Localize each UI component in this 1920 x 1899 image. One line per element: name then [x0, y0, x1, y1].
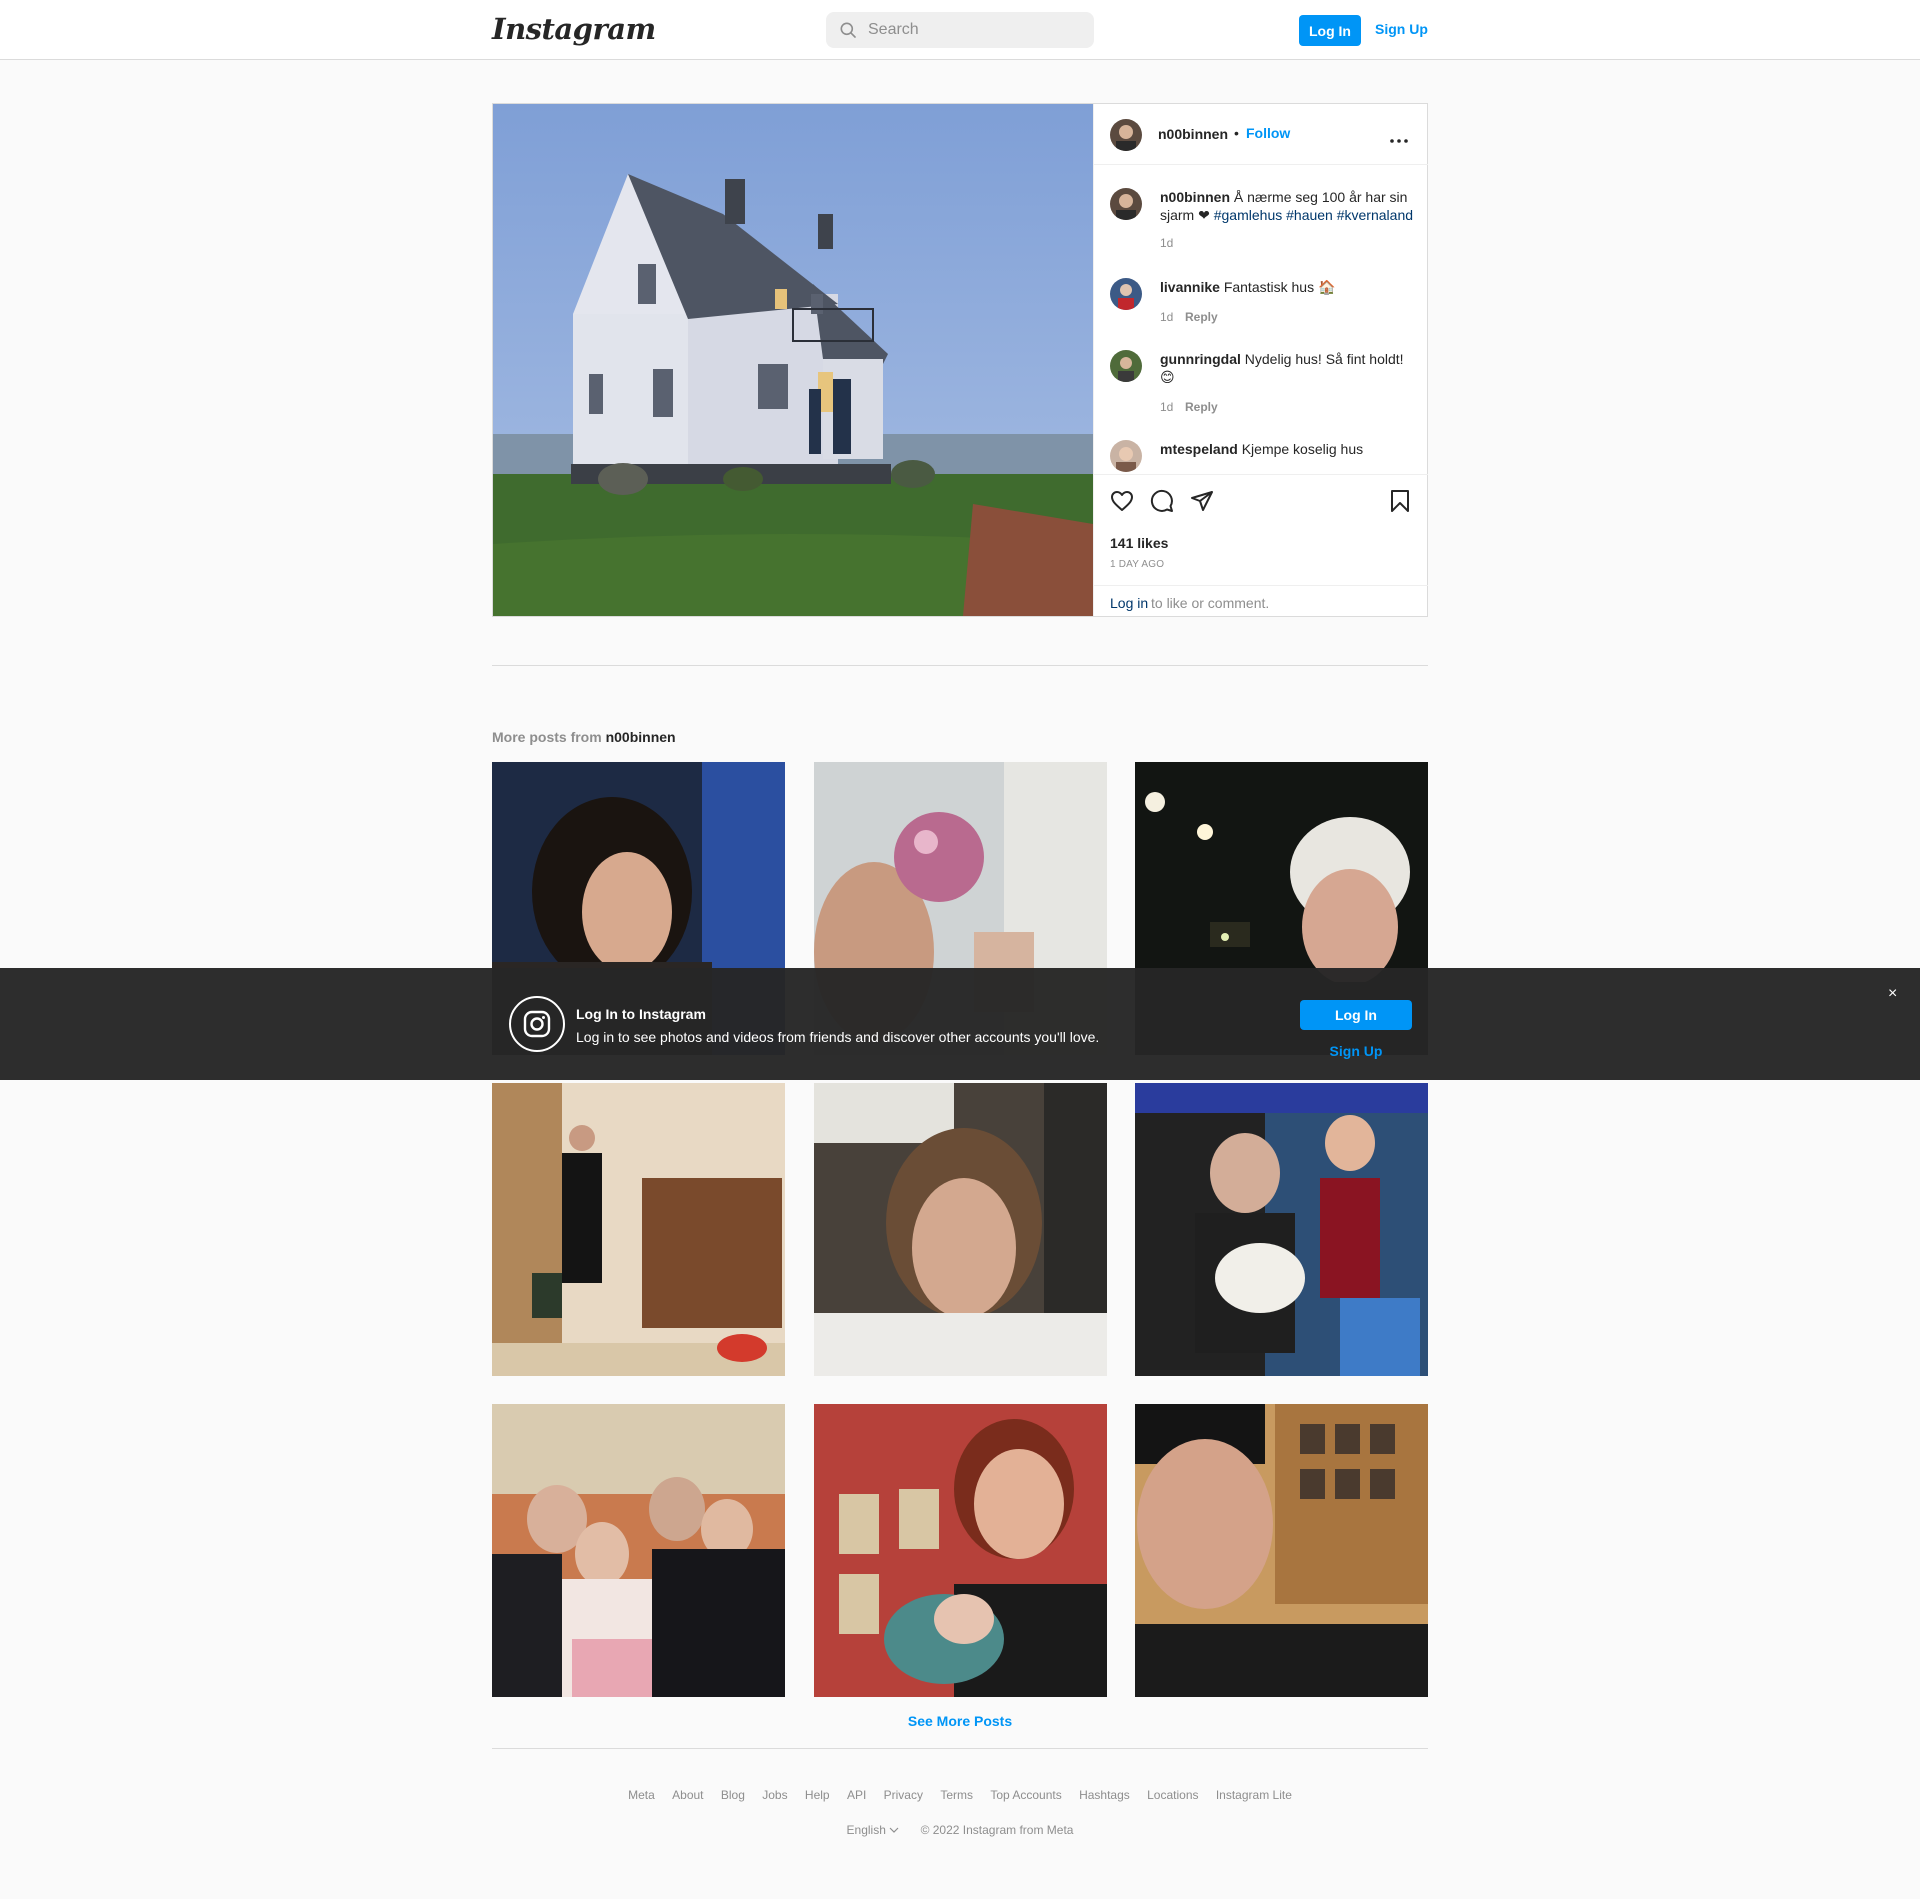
author-username[interactable]: n00binnen	[1158, 126, 1228, 142]
footer-link-terms[interactable]: Terms	[940, 1788, 973, 1802]
footer-link-locations[interactable]: Locations	[1147, 1788, 1198, 1802]
banner-login-button[interactable]: Log In	[1300, 1000, 1412, 1030]
post-thumbnail[interactable]	[492, 1404, 785, 1697]
comment-body: Kjempe koselig hus	[1241, 441, 1364, 457]
commenter-avatar[interactable]	[1110, 278, 1142, 310]
see-more-posts-link[interactable]: See More Posts	[0, 1713, 1920, 1729]
caption-username[interactable]: n00binnen	[1160, 189, 1230, 205]
top-nav: Instagram Log In Sign Up	[0, 0, 1920, 60]
heart-icon[interactable]	[1110, 489, 1134, 518]
instagram-glyph-icon	[508, 995, 566, 1053]
hashtag-link[interactable]: #gamlehus	[1214, 207, 1283, 223]
signup-link[interactable]: Sign Up	[1375, 21, 1428, 37]
footer-link-hashtags[interactable]: Hashtags	[1079, 1788, 1130, 1802]
search-input[interactable]	[868, 12, 1084, 48]
login-to-comment: Log in to like or comment.	[1094, 585, 1428, 617]
banner-signup-link[interactable]: Sign Up	[1300, 1043, 1412, 1059]
comment-time[interactable]: 1d	[1160, 400, 1173, 414]
footer-link-meta[interactable]: Meta	[628, 1788, 655, 1802]
footer-link-blog[interactable]: Blog	[721, 1788, 745, 1802]
reply-button[interactable]: Reply	[1185, 310, 1218, 324]
post-card: n00binnen • Follow n00binnen Å nærme seg…	[492, 103, 1428, 617]
language-selector[interactable]: English	[847, 1823, 903, 1837]
post-header: n00binnen • Follow	[1094, 104, 1428, 165]
follow-button[interactable]: Follow	[1246, 125, 1290, 141]
more-posts-prefix: More posts from	[492, 729, 602, 745]
hashtag-link[interactable]: #kvernaland	[1337, 207, 1413, 223]
post-thumbnail[interactable]	[1135, 1083, 1428, 1376]
comment-text: livannike Fantastisk hus 🏠	[1160, 278, 1416, 296]
login-prompt-text: to like or comment.	[1151, 595, 1270, 611]
commenter-avatar[interactable]	[1110, 440, 1142, 472]
banner-title: Log In to Instagram	[576, 1006, 706, 1022]
hashtag-link[interactable]: #hauen	[1286, 207, 1333, 223]
chevron-down-icon	[889, 1823, 902, 1837]
copyright: © 2022 Instagram from Meta	[920, 1823, 1074, 1837]
reply-button[interactable]: Reply	[1185, 400, 1218, 414]
post-thumbnail[interactable]	[492, 1083, 785, 1376]
caption-text: n00binnen Å nærme seg 100 år har sin sja…	[1160, 188, 1416, 224]
divider	[492, 1748, 1428, 1749]
post-thumbnail[interactable]	[814, 1404, 1107, 1697]
post-thumbnail[interactable]	[814, 1083, 1107, 1376]
login-button[interactable]: Log In	[1299, 15, 1361, 46]
footer-link-privacy[interactable]: Privacy	[884, 1788, 923, 1802]
commenter-avatar[interactable]	[1110, 350, 1142, 382]
close-icon[interactable]: ×	[1888, 985, 1897, 1003]
footer-link-jobs[interactable]: Jobs	[762, 1788, 787, 1802]
comment-username[interactable]: gunnringdal	[1160, 351, 1241, 367]
more-posts-heading: More posts from n00binnen	[492, 729, 676, 745]
post-sidebar: n00binnen • Follow n00binnen Å nærme seg…	[1093, 104, 1428, 616]
comments-list[interactable]: n00binnen Å nærme seg 100 år har sin sja…	[1094, 166, 1428, 474]
separator-dot: •	[1234, 125, 1239, 141]
footer-bottom: English © 2022 Instagram from Meta	[0, 1823, 1920, 1837]
login-link[interactable]: Log in	[1110, 595, 1148, 611]
footer-link-api[interactable]: API	[847, 1788, 866, 1802]
like-count[interactable]: 141 likes	[1110, 535, 1168, 551]
search-box[interactable]	[826, 12, 1094, 48]
instagram-logo[interactable]: Instagram	[492, 12, 656, 48]
comment-username[interactable]: mtespeland	[1160, 441, 1238, 457]
post-actions: 141 likes 1 DAY AGO Log in to like or co…	[1094, 474, 1428, 616]
author-avatar[interactable]	[1110, 188, 1142, 220]
post-thumbnail[interactable]	[1135, 1404, 1428, 1697]
post-timestamp[interactable]: 1 DAY AGO	[1110, 559, 1164, 570]
comment-body: Fantastisk hus 🏠	[1223, 279, 1336, 295]
search-icon	[840, 22, 856, 43]
bookmark-icon[interactable]	[1388, 489, 1412, 518]
comment-time[interactable]: 1d	[1160, 310, 1173, 324]
comment-icon[interactable]	[1150, 489, 1174, 518]
author-avatar[interactable]	[1110, 119, 1142, 151]
footer-link-help[interactable]: Help	[805, 1788, 830, 1802]
caption-time[interactable]: 1d	[1160, 236, 1173, 250]
more-options-icon[interactable]	[1389, 131, 1409, 149]
comment-text: gunnringdal Nydelig hus! Så fint holdt! …	[1160, 350, 1416, 386]
footer-link-top-accounts[interactable]: Top Accounts	[990, 1788, 1061, 1802]
more-posts-owner[interactable]: n00binnen	[606, 729, 676, 745]
divider	[492, 665, 1428, 666]
footer-link-about[interactable]: About	[672, 1788, 703, 1802]
banner-subtitle: Log in to see photos and videos from fri…	[576, 1029, 1100, 1045]
login-banner: Log In to Instagram Log in to see photos…	[0, 968, 1920, 1080]
footer-link-instagram-lite[interactable]: Instagram Lite	[1216, 1788, 1292, 1802]
footer-links: Meta About Blog Jobs Help API Privacy Te…	[0, 1788, 1920, 1802]
language-label: English	[846, 1823, 886, 1837]
share-icon[interactable]	[1190, 489, 1214, 518]
comment-username[interactable]: livannike	[1160, 279, 1220, 295]
post-photo-house[interactable]	[493, 104, 1093, 616]
comment-text: mtespeland Kjempe koselig hus	[1160, 440, 1416, 458]
